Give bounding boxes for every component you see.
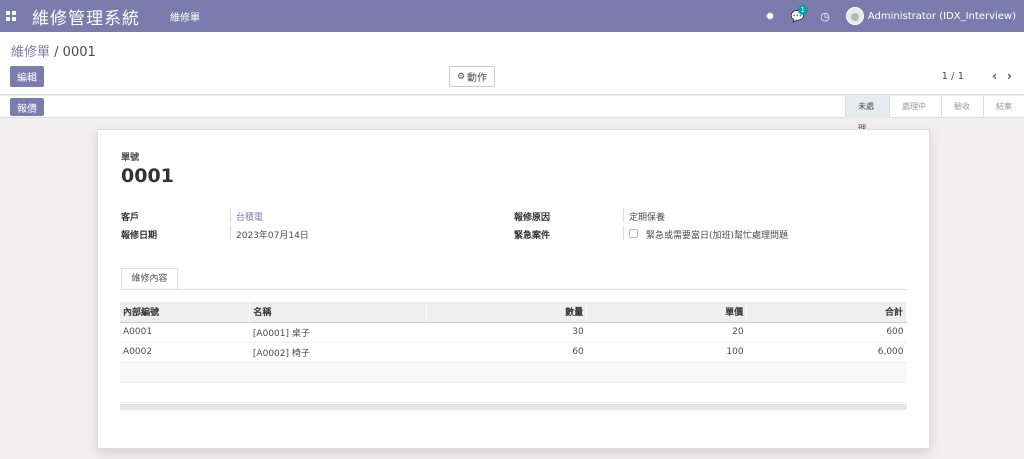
user-avatar[interactable] bbox=[845, 7, 864, 25]
table-footer bbox=[120, 404, 907, 410]
column-header-total[interactable]: 合計 bbox=[746, 302, 907, 323]
stage-acceptance[interactable]: 驗收 bbox=[941, 96, 983, 118]
breadcrumb: 維修單 / 0001 bbox=[11, 41, 96, 60]
pager: 1 / 1 ‹ › bbox=[942, 69, 1012, 83]
field-divider bbox=[230, 226, 231, 240]
breadcrumb-parent-link[interactable]: 維修單 bbox=[11, 45, 50, 60]
clock-icon[interactable]: ◷ bbox=[820, 10, 830, 23]
control-panel: 維修單 / 0001 編輯 ⚙ 動作 1 / 1 ‹ › bbox=[0, 32, 1024, 95]
bug-icon[interactable]: ✹ bbox=[765, 10, 774, 23]
empty-table-row bbox=[120, 382, 907, 403]
stage-closed[interactable]: 結案 bbox=[983, 96, 1024, 118]
chat-count-badge: 1 bbox=[797, 4, 808, 15]
customer-label: 客戶 bbox=[121, 213, 140, 223]
field-divider bbox=[230, 208, 231, 222]
repair-date: 2023年07月14日 bbox=[236, 231, 309, 241]
breadcrumb-current: 0001 bbox=[62, 45, 96, 60]
tab-repair-content[interactable]: 維修內容 bbox=[121, 268, 178, 290]
cell-name: [A0001] 桌子 bbox=[249, 322, 427, 343]
user-menu[interactable]: Administrator (IDX_Interview) bbox=[868, 11, 1016, 22]
urgent-checkbox[interactable] bbox=[629, 229, 638, 238]
cell-name: [A0002] 椅子 bbox=[249, 342, 427, 363]
field-divider bbox=[623, 226, 624, 240]
action-label: 動作 bbox=[467, 73, 488, 84]
field-divider bbox=[623, 208, 624, 222]
top-navbar: 維修管理系統 維修單 ✹ 💬 1 ◷ Administrator (IDX_Int… bbox=[0, 0, 1024, 32]
action-dropdown-button[interactable]: ⚙ 動作 bbox=[449, 66, 495, 87]
cell-code: A0002 bbox=[120, 342, 250, 363]
tab-divider bbox=[121, 289, 907, 290]
cell-total: 600 bbox=[746, 322, 907, 343]
table-row[interactable]: A0002 [A0002] 椅子 60 100 6,000 bbox=[120, 342, 907, 363]
gear-icon: ⚙ bbox=[456, 71, 466, 82]
table-row[interactable]: A0001 [A0001] 桌子 30 20 600 bbox=[120, 322, 907, 343]
cell-total: 6,000 bbox=[746, 342, 907, 363]
order-number-label: 單號 bbox=[121, 153, 140, 163]
breadcrumb-separator: / bbox=[50, 45, 63, 60]
form-statusbar: 報價 未處理 處理中 驗收 結案 bbox=[0, 96, 1024, 133]
cell-quantity: 60 bbox=[426, 342, 587, 363]
pager-value[interactable]: 1 / 1 bbox=[942, 71, 964, 82]
urgent-description: 緊急或需要當日(加班)幫忙處理問題 bbox=[646, 231, 789, 241]
cell-unit-price: 100 bbox=[586, 342, 747, 363]
cell-quantity: 30 bbox=[426, 322, 587, 343]
form-sheet: 單號 0001 客戶 台積電 報修日期 2023年07月14日 報修原因 定期保… bbox=[97, 129, 930, 449]
quote-button[interactable]: 報價 bbox=[10, 98, 44, 116]
pager-next-button[interactable]: › bbox=[1007, 69, 1012, 83]
pager-previous-button[interactable]: ‹ bbox=[992, 69, 997, 83]
empty-table-row bbox=[120, 362, 907, 383]
stage-in-progress[interactable]: 處理中 bbox=[889, 96, 941, 118]
repair-reason-label: 報修原因 bbox=[514, 213, 551, 223]
column-header-quantity[interactable]: 數量 bbox=[426, 302, 588, 323]
navbar-systray: ✹ 💬 1 ◷ Administrator (IDX_Interview) bbox=[765, 0, 1024, 32]
customer-link[interactable]: 台積電 bbox=[236, 210, 263, 223]
repair-reason: 定期保養 bbox=[629, 213, 666, 223]
repair-lines-table: 內部編號 名稱 數量 單價 合計 A0001 [A0001] 桌子 30 20 … bbox=[120, 302, 907, 403]
column-header-unit-price[interactable]: 單價 bbox=[586, 302, 748, 323]
urgent-label: 緊急案件 bbox=[514, 231, 551, 241]
app-title[interactable]: 維修管理系統 bbox=[32, 4, 140, 29]
column-header-name[interactable]: 名稱 bbox=[249, 302, 428, 323]
table-header-row: 內部編號 名稱 數量 單價 合計 bbox=[120, 302, 907, 323]
chat-icon[interactable]: 💬 1 bbox=[791, 4, 808, 23]
apps-menu-icon[interactable] bbox=[6, 11, 16, 21]
column-header-code[interactable]: 內部編號 bbox=[120, 302, 251, 323]
menu-item-repair-orders[interactable]: 維修單 bbox=[170, 9, 200, 24]
repair-date-label: 報修日期 bbox=[121, 231, 158, 241]
stage-pipeline: 未處理 處理中 驗收 結案 bbox=[845, 96, 1024, 133]
cell-code: A0001 bbox=[120, 322, 250, 343]
order-number: 0001 bbox=[121, 165, 174, 187]
edit-button[interactable]: 編輯 bbox=[10, 66, 44, 87]
cell-unit-price: 20 bbox=[586, 322, 747, 343]
stage-pending[interactable]: 未處理 bbox=[845, 96, 889, 133]
